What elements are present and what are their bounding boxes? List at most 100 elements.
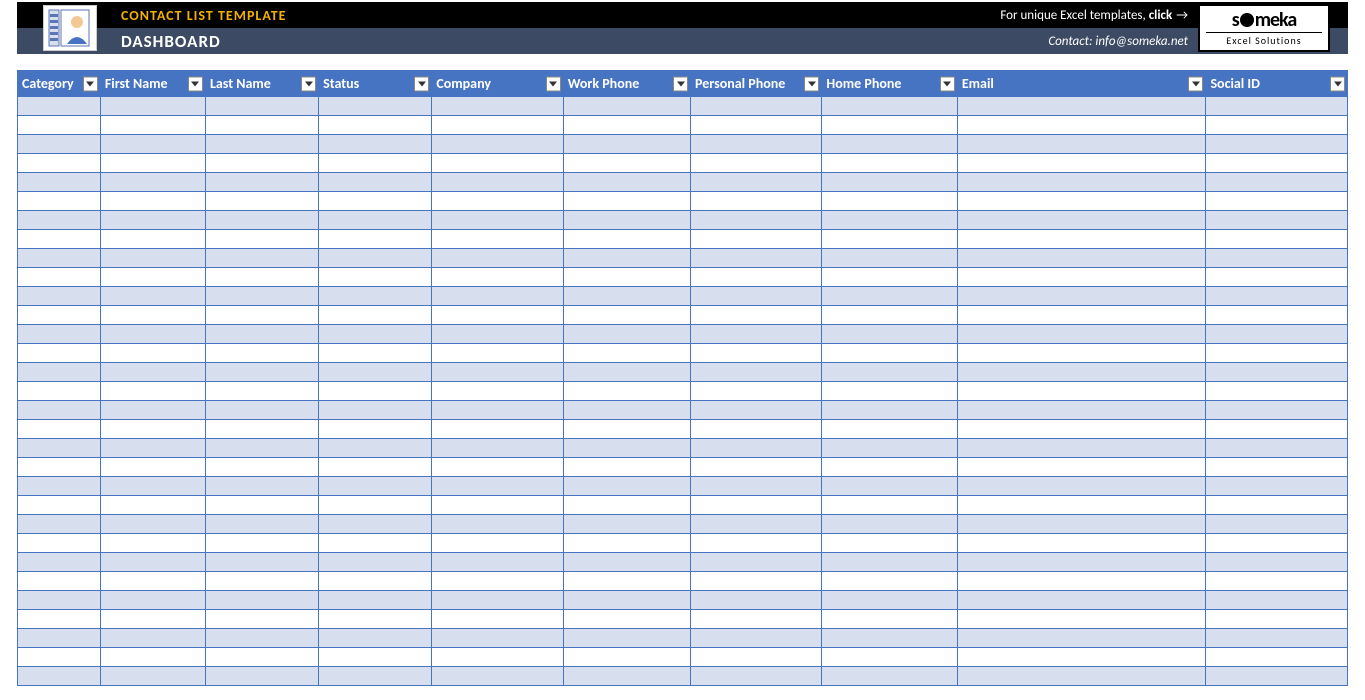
table-cell[interactable] (18, 629, 101, 648)
table-cell[interactable] (957, 306, 1206, 325)
brand-logo[interactable]: smeka Excel Solutions (1198, 4, 1330, 52)
table-cell[interactable] (100, 401, 205, 420)
table-cell[interactable] (563, 439, 690, 458)
table-cell[interactable] (957, 610, 1206, 629)
table-cell[interactable] (205, 249, 318, 268)
table-cell[interactable] (100, 610, 205, 629)
table-cell[interactable] (1206, 553, 1348, 572)
table-cell[interactable] (691, 458, 822, 477)
table-cell[interactable] (1206, 287, 1348, 306)
table-cell[interactable] (691, 211, 822, 230)
table-cell[interactable] (691, 610, 822, 629)
table-cell[interactable] (563, 325, 690, 344)
table-cell[interactable] (691, 553, 822, 572)
table-cell[interactable] (205, 287, 318, 306)
table-cell[interactable] (691, 173, 822, 192)
table-cell[interactable] (957, 363, 1206, 382)
table-cell[interactable] (432, 306, 563, 325)
table-cell[interactable] (319, 534, 432, 553)
table-cell[interactable] (563, 192, 690, 211)
table-cell[interactable] (18, 116, 101, 135)
table-cell[interactable] (205, 344, 318, 363)
table-cell[interactable] (691, 363, 822, 382)
table-cell[interactable] (100, 648, 205, 667)
table-cell[interactable] (691, 420, 822, 439)
table-cell[interactable] (822, 211, 957, 230)
table-cell[interactable] (1206, 667, 1348, 686)
table-cell[interactable] (822, 439, 957, 458)
table-cell[interactable] (1206, 306, 1348, 325)
table-cell[interactable] (319, 287, 432, 306)
table-cell[interactable] (18, 363, 101, 382)
table-cell[interactable] (691, 572, 822, 591)
table-cell[interactable] (18, 230, 101, 249)
table-cell[interactable] (563, 135, 690, 154)
table-cell[interactable] (100, 268, 205, 287)
col-header-workphone[interactable]: Work Phone (563, 71, 690, 97)
table-cell[interactable] (100, 382, 205, 401)
table-cell[interactable] (205, 173, 318, 192)
table-cell[interactable] (563, 382, 690, 401)
table-cell[interactable] (319, 572, 432, 591)
table-cell[interactable] (205, 534, 318, 553)
table-cell[interactable] (18, 515, 101, 534)
table-cell[interactable] (319, 230, 432, 249)
table-cell[interactable] (319, 458, 432, 477)
table-cell[interactable] (432, 572, 563, 591)
table-cell[interactable] (957, 249, 1206, 268)
table-cell[interactable] (319, 173, 432, 192)
table-cell[interactable] (432, 420, 563, 439)
table-cell[interactable] (100, 629, 205, 648)
table-cell[interactable] (319, 477, 432, 496)
table-cell[interactable] (100, 135, 205, 154)
table-cell[interactable] (319, 211, 432, 230)
table-cell[interactable] (319, 306, 432, 325)
table-cell[interactable] (1206, 420, 1348, 439)
table-cell[interactable] (957, 211, 1206, 230)
table-cell[interactable] (563, 268, 690, 287)
table-cell[interactable] (319, 154, 432, 173)
table-cell[interactable] (563, 97, 690, 116)
table-cell[interactable] (563, 629, 690, 648)
table-cell[interactable] (100, 363, 205, 382)
table-cell[interactable] (18, 306, 101, 325)
table-cell[interactable] (957, 629, 1206, 648)
table-cell[interactable] (957, 173, 1206, 192)
table-cell[interactable] (822, 116, 957, 135)
table-cell[interactable] (205, 648, 318, 667)
table-cell[interactable] (563, 211, 690, 230)
table-cell[interactable] (432, 211, 563, 230)
table-cell[interactable] (432, 97, 563, 116)
table-cell[interactable] (205, 135, 318, 154)
table-cell[interactable] (563, 553, 690, 572)
table-cell[interactable] (18, 192, 101, 211)
table-cell[interactable] (822, 553, 957, 572)
table-cell[interactable] (822, 534, 957, 553)
table-cell[interactable] (1206, 629, 1348, 648)
table-cell[interactable] (100, 116, 205, 135)
table-cell[interactable] (432, 287, 563, 306)
table-cell[interactable] (432, 534, 563, 553)
table-cell[interactable] (205, 477, 318, 496)
table-cell[interactable] (563, 572, 690, 591)
table-cell[interactable] (432, 344, 563, 363)
table-cell[interactable] (18, 648, 101, 667)
table-cell[interactable] (957, 496, 1206, 515)
table-cell[interactable] (319, 401, 432, 420)
table-cell[interactable] (18, 439, 101, 458)
table-cell[interactable] (100, 249, 205, 268)
table-cell[interactable] (822, 610, 957, 629)
table-cell[interactable] (563, 667, 690, 686)
table-cell[interactable] (205, 610, 318, 629)
table-cell[interactable] (691, 268, 822, 287)
table-cell[interactable] (563, 154, 690, 173)
table-cell[interactable] (18, 287, 101, 306)
table-cell[interactable] (822, 192, 957, 211)
table-cell[interactable] (1206, 249, 1348, 268)
table-cell[interactable] (957, 420, 1206, 439)
table-cell[interactable] (1206, 173, 1348, 192)
filter-dropdown-icon[interactable] (414, 76, 429, 91)
table-cell[interactable] (100, 515, 205, 534)
table-cell[interactable] (563, 477, 690, 496)
table-cell[interactable] (432, 249, 563, 268)
